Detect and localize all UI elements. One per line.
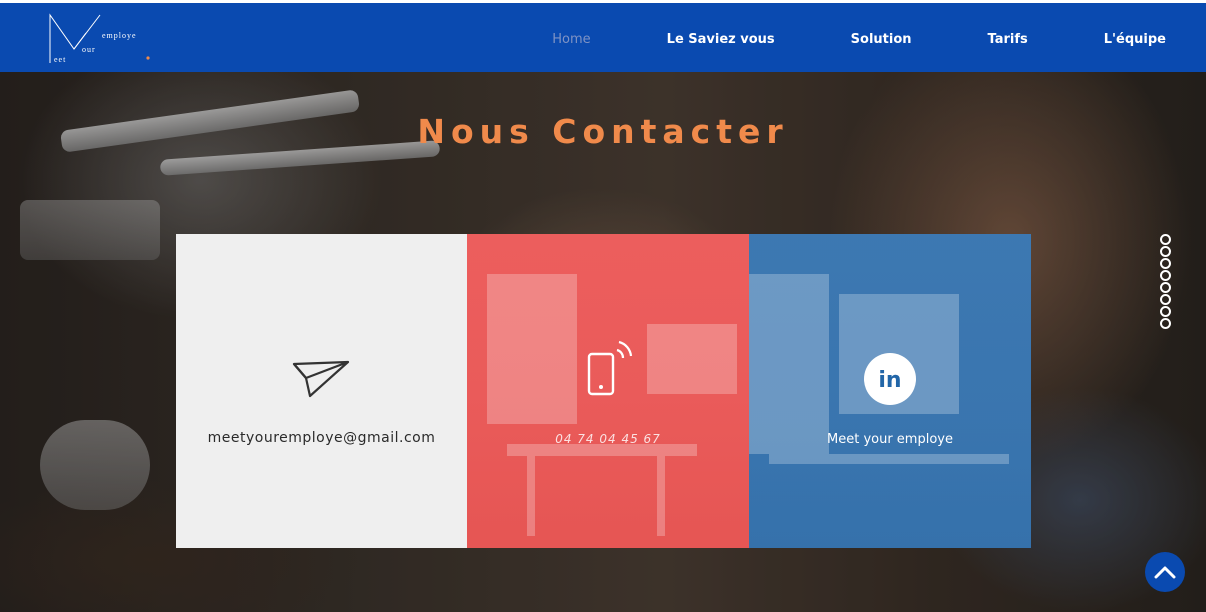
section-dot[interactable]: [1160, 270, 1171, 281]
linkedin-icon: in: [864, 353, 916, 405]
site-logo[interactable]: employe our eet: [44, 11, 164, 67]
email-address[interactable]: meetyouremploye@gmail.com: [176, 430, 467, 446]
section-dot[interactable]: [1160, 282, 1171, 293]
linkedin-card[interactable]: in Meet your employe: [749, 234, 1031, 548]
section-dot[interactable]: [1160, 294, 1171, 305]
top-navigation-bar: employe our eet Home Le Saviez vous Solu…: [0, 0, 1206, 72]
section-dot[interactable]: [1160, 306, 1171, 317]
linkedin-name[interactable]: Meet your employe: [749, 432, 1031, 447]
smartphone-signal-icon: [587, 340, 633, 396]
nav-item-equipe[interactable]: L'équipe: [1066, 32, 1166, 47]
main-nav: Home Le Saviez vous Solution Tarifs L'éq…: [514, 3, 1166, 75]
section-dot[interactable]: [1160, 234, 1171, 245]
nav-item-solution[interactable]: Solution: [813, 32, 950, 47]
paper-plane-icon: [292, 360, 350, 398]
back-to-top-button[interactable]: [1145, 552, 1185, 592]
page-title: Nous Contacter: [417, 112, 789, 151]
section-dot[interactable]: [1160, 318, 1171, 329]
contact-cards: meetyouremploye@gmail.com 04 74 04 45 67…: [176, 234, 1031, 548]
logo-word-eet: eet: [54, 55, 67, 64]
nav-item-le-saviez-vous[interactable]: Le Saviez vous: [629, 32, 813, 47]
section-dot[interactable]: [1160, 258, 1171, 269]
nav-item-home[interactable]: Home: [514, 32, 628, 47]
phone-card[interactable]: 04 74 04 45 67: [467, 234, 749, 548]
nav-item-tarifs[interactable]: Tarifs: [950, 32, 1066, 47]
logo-word-employe: employe: [102, 31, 137, 40]
linkedin-icon-text: in: [878, 368, 901, 393]
section-dots-nav: [1160, 234, 1172, 329]
phone-number[interactable]: 04 74 04 45 67: [467, 432, 749, 446]
chevron-up-icon: [1154, 566, 1176, 579]
section-dot[interactable]: [1160, 246, 1171, 257]
email-card[interactable]: meetyouremploye@gmail.com: [176, 234, 467, 548]
logo-word-our: our: [82, 45, 96, 54]
